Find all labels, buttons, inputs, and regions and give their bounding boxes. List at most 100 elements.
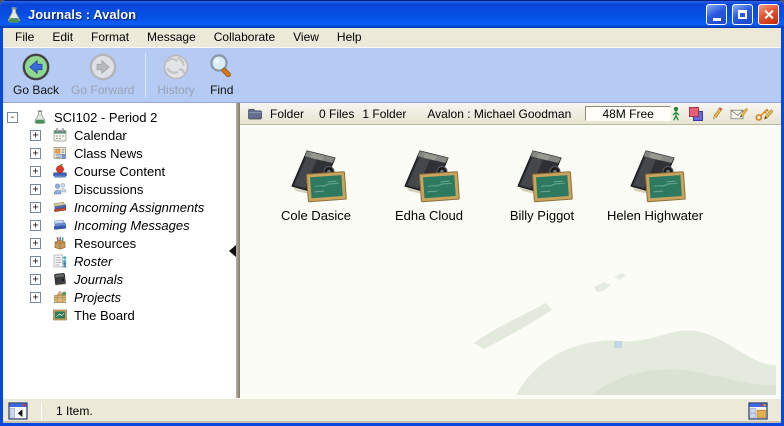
compose-mail-icon[interactable]: [730, 106, 748, 122]
navigation-tree: -SCI102 - Period 2 + Calendar + Class News + C…: [3, 103, 236, 398]
layers-icon[interactable]: [688, 106, 704, 122]
expander-plus-icon[interactable]: +: [30, 202, 41, 213]
tree-item-projects[interactable]: + Projects: [3, 288, 236, 306]
tree-item-class-news[interactable]: + Class News: [3, 144, 236, 162]
expander-plus-icon[interactable]: +: [30, 130, 41, 141]
expander-plus-icon[interactable]: +: [30, 220, 41, 231]
folder-contents: Cole Dasice Edha Cloud Billy PiggotHelen H…: [240, 125, 781, 398]
tree-item-label: Projects: [74, 290, 121, 305]
menu-item-message[interactable]: Message: [138, 28, 205, 47]
expander-plus-icon[interactable]: +: [30, 292, 41, 303]
find-icon: [207, 52, 237, 82]
tree-item-resources[interactable]: +Resources: [3, 234, 236, 252]
resources-icon: [52, 235, 69, 251]
user-icon[interactable]: [671, 106, 681, 122]
journal-item-cole-dasice[interactable]: Cole Dasice: [264, 146, 368, 223]
tree-item-the-board[interactable]: The Board: [3, 306, 236, 324]
minimize-icon: [713, 18, 721, 21]
status-bar: 1 Item.: [3, 398, 781, 423]
journal-item-billy-piggot[interactable]: Billy Piggot: [490, 146, 594, 223]
journal-book-icon: [397, 146, 461, 204]
close-icon: [763, 9, 774, 20]
layout-icon[interactable]: [748, 402, 768, 420]
identity-label: Avalon : Michael Goodman: [427, 107, 571, 121]
go-back-button[interactable]: Go Back: [7, 51, 65, 98]
folder-icon: [247, 106, 263, 121]
maximize-button[interactable]: [732, 4, 753, 25]
tree-item-sci102-period-2[interactable]: -SCI102 - Period 2: [3, 108, 236, 126]
panel-toggle-icon[interactable]: [8, 402, 28, 420]
menu-item-edit[interactable]: Edit: [43, 28, 82, 47]
expander-plus-icon[interactable]: +: [30, 238, 41, 249]
menu-item-collaborate[interactable]: Collaborate: [205, 28, 284, 47]
title-bar: Journals : Avalon: [0, 0, 784, 28]
tree-item-label: Journals: [74, 272, 123, 287]
tree-item-incoming-messages[interactable]: + Incoming Messages: [3, 216, 236, 234]
board-icon: [52, 307, 69, 323]
discussions-icon: [52, 181, 69, 197]
tree-item-label: Course Content: [74, 164, 165, 179]
tree-item-discussions[interactable]: +Discussions: [3, 180, 236, 198]
tree-item-incoming-assignments[interactable]: + Incoming Assignments: [3, 198, 236, 216]
minimize-button[interactable]: [706, 4, 727, 25]
history-icon: [161, 52, 191, 82]
journal-label: Cole Dasice: [281, 208, 351, 223]
tree-item-course-content[interactable]: + Course Content: [3, 162, 236, 180]
tree-item-roster[interactable]: + Roster: [3, 252, 236, 270]
statusbar-separator: [41, 403, 42, 420]
go-forward-label: Go Forward: [71, 83, 134, 97]
go-forward-icon: [88, 52, 118, 82]
tree-item-label: Roster: [74, 254, 112, 269]
window-title: Journals : Avalon: [28, 7, 701, 22]
journal-book-icon: [510, 146, 574, 204]
map-watermark: [466, 245, 776, 398]
journal-item-helen-highwater[interactable]: Helen Highwater: [603, 146, 707, 223]
journal-item-edha-cloud[interactable]: Edha Cloud: [377, 146, 481, 223]
content-header-bar: Folder 0 Files 1 Folder Avalon : Michael…: [240, 103, 781, 125]
app-flask-icon: [5, 6, 23, 24]
pencil-icon[interactable]: [711, 106, 723, 122]
tree-item-calendar[interactable]: + Calendar: [3, 126, 236, 144]
expander-plus-icon[interactable]: +: [30, 148, 41, 159]
folder-label: Folder: [270, 107, 304, 121]
tree-item-journals[interactable]: + Journals: [3, 270, 236, 288]
free-space-indicator: 48M Free: [585, 106, 671, 121]
flask-icon: [32, 109, 49, 125]
toolbar: Go Back Go Forward History Find: [3, 48, 781, 103]
roster-icon: [52, 253, 69, 269]
journal-label: Edha Cloud: [395, 208, 463, 223]
expander-plus-icon[interactable]: +: [30, 256, 41, 267]
menu-item-help[interactable]: Help: [328, 28, 371, 47]
find-button[interactable]: Find: [201, 51, 243, 98]
expander-plus-icon[interactable]: +: [30, 274, 41, 285]
history-button[interactable]: History: [151, 51, 200, 98]
close-button[interactable]: [758, 4, 779, 25]
incoming-assignments-icon: [52, 199, 69, 215]
tree-item-label: The Board: [74, 308, 135, 323]
tree-item-label: Class News: [74, 146, 143, 161]
go-back-icon: [21, 52, 51, 82]
history-label: History: [157, 83, 194, 97]
window-frame: FileEditFormatMessageCollaborateViewHelp…: [0, 28, 784, 426]
main-area: -SCI102 - Period 2 + Calendar + Class News + C…: [3, 103, 781, 398]
tree-item-label: Incoming Assignments: [74, 200, 204, 215]
menu-item-view[interactable]: View: [284, 28, 328, 47]
menu-item-file[interactable]: File: [6, 28, 43, 47]
expander-minus-icon[interactable]: -: [7, 112, 18, 123]
key-pen-icon[interactable]: [755, 106, 773, 122]
journals-icon: [52, 271, 69, 287]
tree-item-label: Incoming Messages: [74, 218, 190, 233]
calendar-icon: [52, 127, 69, 143]
statusbar-text: 1 Item.: [56, 404, 93, 418]
menu-item-format[interactable]: Format: [82, 28, 138, 47]
go-forward-button[interactable]: Go Forward: [65, 51, 140, 98]
splitter-collapse-arrow-icon[interactable]: [229, 245, 236, 257]
menu-bar: FileEditFormatMessageCollaborateViewHelp: [3, 28, 781, 48]
tree-item-label: Calendar: [74, 128, 127, 143]
header-icon-group: [671, 106, 773, 122]
maximize-icon: [738, 10, 747, 19]
news-icon: [52, 145, 69, 161]
expander-plus-icon[interactable]: +: [30, 166, 41, 177]
expander-plus-icon[interactable]: +: [30, 184, 41, 195]
application-window: Journals : Avalon FileEditFormatMessageC…: [0, 0, 784, 426]
